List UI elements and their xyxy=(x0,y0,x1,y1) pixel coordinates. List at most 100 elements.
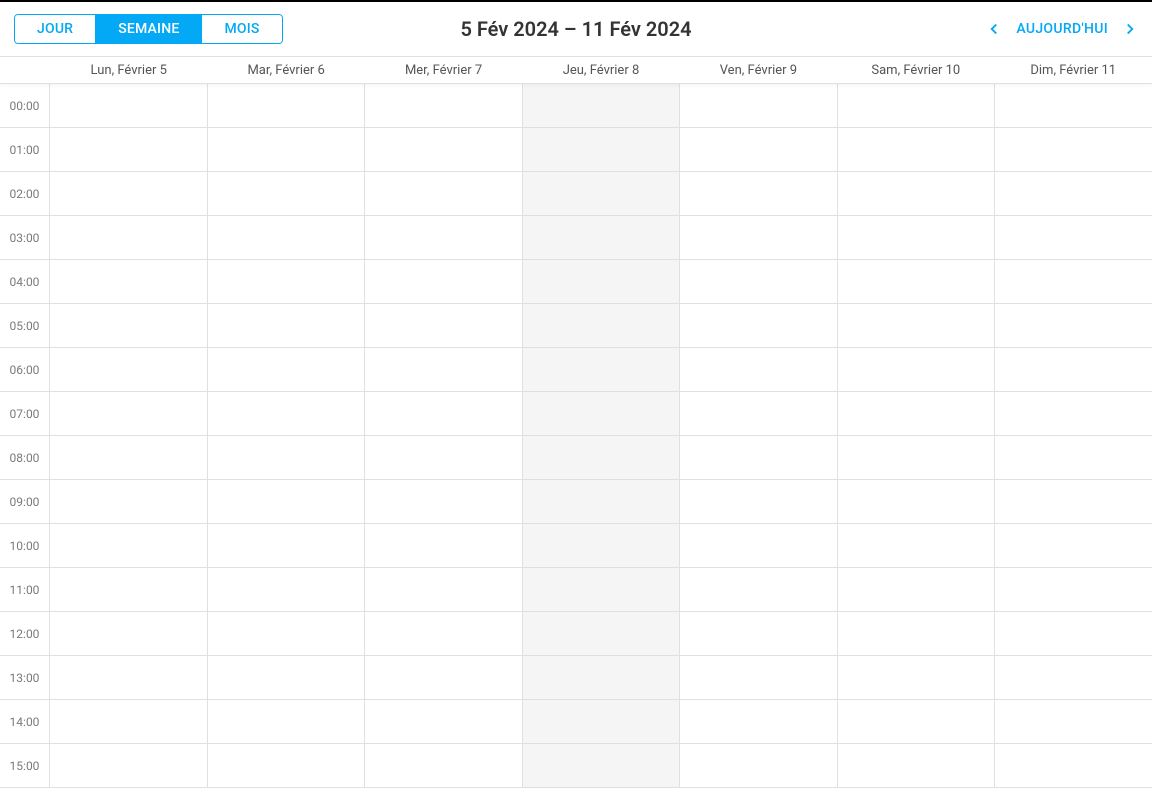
time-cell[interactable] xyxy=(523,392,680,436)
time-cell[interactable] xyxy=(680,128,837,172)
time-cell[interactable] xyxy=(523,436,680,480)
time-cell[interactable] xyxy=(50,524,207,568)
time-cell[interactable] xyxy=(523,524,680,568)
time-cell[interactable] xyxy=(208,172,365,216)
time-cell[interactable] xyxy=(50,84,207,128)
time-cell[interactable] xyxy=(680,612,837,656)
time-cell[interactable] xyxy=(208,260,365,304)
time-cell[interactable] xyxy=(365,612,522,656)
time-cell[interactable] xyxy=(50,128,207,172)
grid-scroll-area[interactable]: 00:0001:0002:0003:0004:0005:0006:0007:00… xyxy=(0,84,1152,790)
time-cell[interactable] xyxy=(838,612,995,656)
time-cell[interactable] xyxy=(208,480,365,524)
time-cell[interactable] xyxy=(995,612,1152,656)
time-cell[interactable] xyxy=(523,260,680,304)
time-cell[interactable] xyxy=(838,744,995,788)
time-cell[interactable] xyxy=(838,480,995,524)
time-cell[interactable] xyxy=(365,172,522,216)
time-cell[interactable] xyxy=(50,656,207,700)
time-cell[interactable] xyxy=(680,348,837,392)
time-cell[interactable] xyxy=(680,84,837,128)
view-week-button[interactable]: SEMAINE xyxy=(96,15,202,43)
time-cell[interactable] xyxy=(50,172,207,216)
time-cell[interactable] xyxy=(50,392,207,436)
time-cell[interactable] xyxy=(838,304,995,348)
view-month-button[interactable]: MOIS xyxy=(202,15,281,43)
time-cell[interactable] xyxy=(680,392,837,436)
time-cell[interactable] xyxy=(523,348,680,392)
time-cell[interactable] xyxy=(680,216,837,260)
time-cell[interactable] xyxy=(838,216,995,260)
time-cell[interactable] xyxy=(995,260,1152,304)
time-cell[interactable] xyxy=(523,304,680,348)
time-cell[interactable] xyxy=(838,260,995,304)
time-cell[interactable] xyxy=(680,172,837,216)
time-cell[interactable] xyxy=(523,216,680,260)
time-cell[interactable] xyxy=(523,612,680,656)
time-cell[interactable] xyxy=(680,304,837,348)
time-cell[interactable] xyxy=(838,568,995,612)
time-cell[interactable] xyxy=(680,436,837,480)
time-cell[interactable] xyxy=(995,128,1152,172)
time-cell[interactable] xyxy=(523,128,680,172)
time-cell[interactable] xyxy=(995,700,1152,744)
time-cell[interactable] xyxy=(50,744,207,788)
time-cell[interactable] xyxy=(365,392,522,436)
time-cell[interactable] xyxy=(50,260,207,304)
time-cell[interactable] xyxy=(523,700,680,744)
time-cell[interactable] xyxy=(995,216,1152,260)
time-cell[interactable] xyxy=(995,656,1152,700)
time-cell[interactable] xyxy=(365,348,522,392)
time-cell[interactable] xyxy=(995,480,1152,524)
time-cell[interactable] xyxy=(50,700,207,744)
time-cell[interactable] xyxy=(50,568,207,612)
time-cell[interactable] xyxy=(995,172,1152,216)
time-cell[interactable] xyxy=(680,524,837,568)
time-cell[interactable] xyxy=(838,524,995,568)
time-cell[interactable] xyxy=(208,128,365,172)
time-cell[interactable] xyxy=(208,568,365,612)
time-cell[interactable] xyxy=(208,304,365,348)
time-cell[interactable] xyxy=(208,84,365,128)
time-cell[interactable] xyxy=(50,216,207,260)
time-cell[interactable] xyxy=(208,392,365,436)
time-cell[interactable] xyxy=(838,392,995,436)
time-cell[interactable] xyxy=(523,656,680,700)
time-cell[interactable] xyxy=(365,304,522,348)
time-cell[interactable] xyxy=(838,348,995,392)
time-cell[interactable] xyxy=(208,744,365,788)
time-cell[interactable] xyxy=(995,348,1152,392)
time-cell[interactable] xyxy=(995,392,1152,436)
time-cell[interactable] xyxy=(50,348,207,392)
view-day-button[interactable]: JOUR xyxy=(15,15,96,43)
time-cell[interactable] xyxy=(995,568,1152,612)
time-cell[interactable] xyxy=(365,84,522,128)
time-cell[interactable] xyxy=(523,568,680,612)
time-cell[interactable] xyxy=(50,612,207,656)
time-cell[interactable] xyxy=(680,260,837,304)
time-cell[interactable] xyxy=(838,656,995,700)
time-cell[interactable] xyxy=(838,436,995,480)
time-cell[interactable] xyxy=(208,436,365,480)
time-cell[interactable] xyxy=(995,84,1152,128)
time-cell[interactable] xyxy=(838,172,995,216)
time-cell[interactable] xyxy=(208,524,365,568)
prev-period-button[interactable] xyxy=(986,21,1002,37)
time-cell[interactable] xyxy=(365,216,522,260)
time-cell[interactable] xyxy=(50,436,207,480)
time-cell[interactable] xyxy=(680,656,837,700)
time-cell[interactable] xyxy=(208,700,365,744)
time-cell[interactable] xyxy=(208,348,365,392)
time-cell[interactable] xyxy=(680,568,837,612)
time-cell[interactable] xyxy=(208,612,365,656)
time-cell[interactable] xyxy=(365,568,522,612)
time-cell[interactable] xyxy=(365,128,522,172)
time-cell[interactable] xyxy=(365,524,522,568)
today-button[interactable]: AUJOURD'HUI xyxy=(1016,21,1108,37)
time-cell[interactable] xyxy=(365,436,522,480)
time-cell[interactable] xyxy=(838,128,995,172)
time-cell[interactable] xyxy=(208,216,365,260)
next-period-button[interactable] xyxy=(1122,21,1138,37)
time-cell[interactable] xyxy=(680,480,837,524)
time-cell[interactable] xyxy=(50,304,207,348)
